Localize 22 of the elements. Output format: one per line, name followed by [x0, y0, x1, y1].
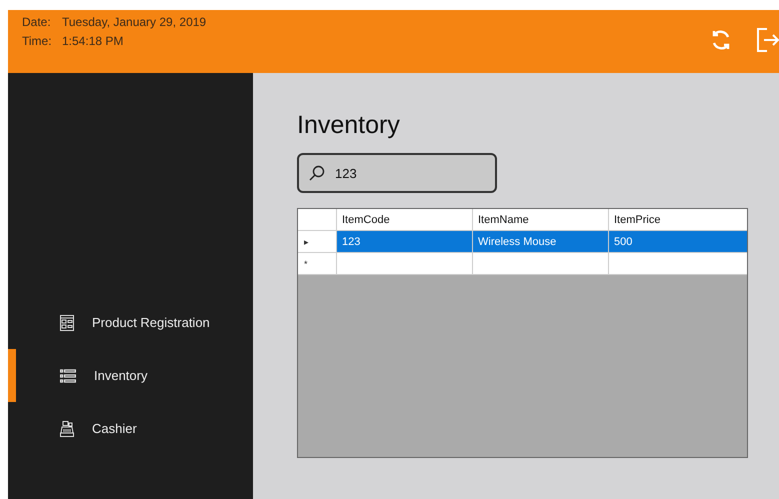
page-title: Inventory: [297, 111, 401, 141]
date-label: Date:: [22, 15, 52, 29]
form-icon: [60, 314, 74, 330]
date-text: Tuesday, January 29, 2019: [62, 15, 206, 29]
search-field[interactable]: 123: [297, 153, 497, 193]
row-marker: ▸: [304, 236, 309, 246]
nav-item[interactable]: Product Registration: [8, 296, 253, 349]
column-header[interactable]: ItemCode: [337, 209, 473, 230]
table-cell: Wireless Mouse: [478, 236, 556, 248]
nav-item[interactable]: Cashier: [8, 402, 253, 455]
table-row[interactable]: ▸ 123 Wireless Mouse 500: [298, 231, 747, 253]
time-label: Time:: [22, 34, 53, 48]
logout-icon[interactable]: [755, 26, 779, 52]
table-cell: 123: [342, 236, 360, 248]
list-icon: [60, 368, 76, 382]
table-cell: 500: [614, 236, 632, 248]
column-header[interactable]: ItemName: [473, 209, 609, 230]
table-row[interactable]: *: [298, 253, 747, 275]
row-marker: *: [304, 258, 308, 268]
cash-register-icon: [60, 420, 74, 436]
time-text: 1:54:18 PM: [62, 34, 124, 48]
column-header[interactable]: ItemPrice: [609, 209, 747, 230]
